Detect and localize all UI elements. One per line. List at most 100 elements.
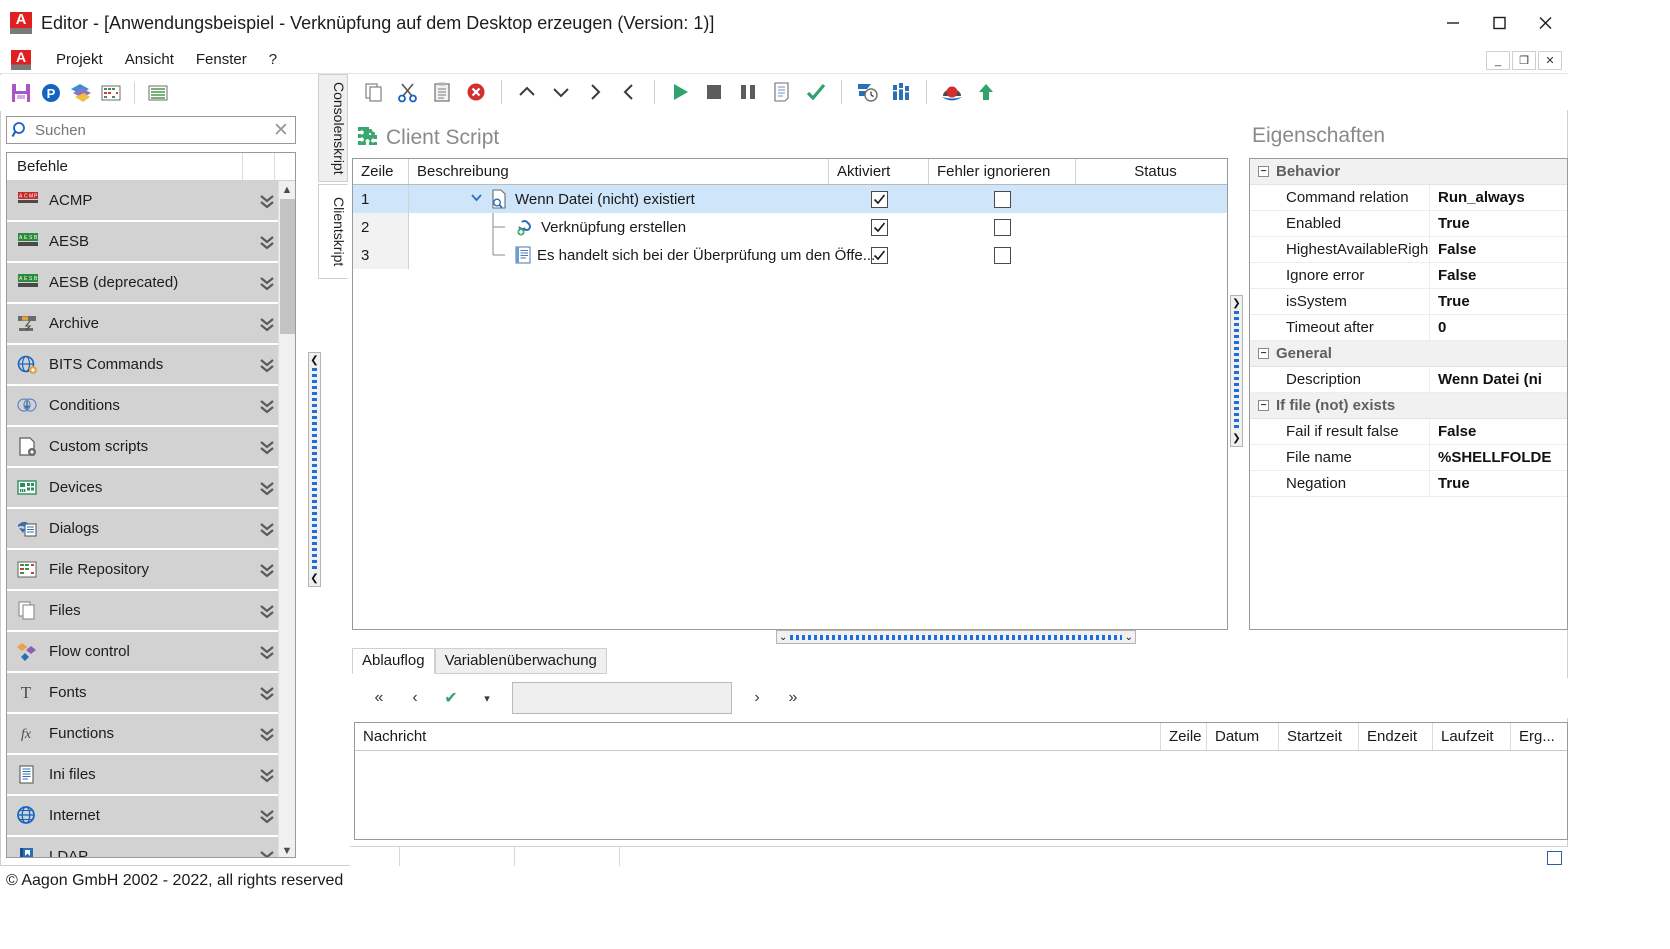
save-icon[interactable] <box>8 80 34 106</box>
check-icon[interactable] <box>800 77 832 107</box>
ignore-error-checkbox[interactable] <box>994 247 1011 264</box>
log-icon[interactable] <box>766 77 798 107</box>
copy-icon[interactable] <box>358 77 390 107</box>
pause-icon[interactable] <box>732 77 764 107</box>
collapse-group-icon[interactable]: − <box>1258 348 1269 359</box>
property-value[interactable]: True <box>1430 289 1567 314</box>
command-category-acmp[interactable]: ACMPACMP <box>7 181 285 220</box>
splitter-collapse-right-icon-2[interactable]: ❯ <box>1232 433 1240 444</box>
log-column-nachricht[interactable]: Nachricht <box>355 723 1161 750</box>
library-icon[interactable] <box>885 77 917 107</box>
ignore-error-checkbox[interactable] <box>994 219 1011 236</box>
cut-icon[interactable] <box>392 77 424 107</box>
property-value[interactable]: False <box>1430 237 1567 262</box>
log-filter-input[interactable] <box>512 682 732 714</box>
property-row[interactable]: isSystemTrue <box>1250 289 1567 315</box>
first-page-icon[interactable]: « <box>362 683 396 713</box>
property-value[interactable]: Wenn Datei (ni <box>1430 367 1567 392</box>
script-row[interactable]: 2Verknüpfung erstellen <box>353 213 1227 241</box>
command-category-devices[interactable]: Devices <box>7 468 285 507</box>
property-row[interactable]: File name%SHELLFOLDE <box>1250 445 1567 471</box>
splitter-expand-icon[interactable]: ⌄ <box>779 632 787 643</box>
commands-list[interactable]: ACMPACMPAESBAESBAESBAESB (deprecated)Arc… <box>7 181 295 858</box>
splitter-expand-icon-right[interactable]: ⌄ <box>1125 632 1133 643</box>
property-group-header[interactable]: −If file (not) exists <box>1250 393 1567 419</box>
property-value[interactable]: Run_always <box>1430 185 1567 210</box>
command-category-custom-scripts[interactable]: Custom scripts <box>7 427 285 466</box>
command-category-fonts[interactable]: TFonts <box>7 673 285 712</box>
menu-item-fenster[interactable]: Fenster <box>185 49 258 70</box>
column-header-beschreibung[interactable]: Beschreibung <box>409 159 829 184</box>
expand-collapse-icon[interactable] <box>467 191 485 207</box>
move-up-icon[interactable] <box>511 77 543 107</box>
layers-icon[interactable] <box>68 80 94 106</box>
previous-page-icon[interactable]: ‹ <box>398 683 432 713</box>
script-row[interactable]: 1Wenn Datei (nicht) existiert <box>353 185 1227 213</box>
search-input[interactable] <box>33 121 267 140</box>
property-value[interactable]: True <box>1430 211 1567 236</box>
scroll-down-icon[interactable]: ▼ <box>279 842 295 858</box>
collapse-group-icon[interactable]: − <box>1258 400 1269 411</box>
log-column-zeile[interactable]: Zeile <box>1161 723 1207 750</box>
log-column-endzeit[interactable]: Endzeit <box>1359 723 1433 750</box>
tab-ablauflog[interactable]: Ablauflog <box>352 648 435 674</box>
commands-scrollbar[interactable]: ▲ ▼ <box>278 181 295 858</box>
next-page-icon[interactable]: › <box>740 683 774 713</box>
vtab-clientskript[interactable]: Clientskript <box>318 184 348 279</box>
log-column-startzeit[interactable]: Startzeit <box>1279 723 1359 750</box>
column-header-aktiviert[interactable]: Aktiviert <box>829 159 929 184</box>
upload-icon[interactable] <box>970 77 1002 107</box>
collapse-group-icon[interactable]: − <box>1258 166 1269 177</box>
property-value[interactable]: False <box>1430 263 1567 288</box>
menu-item-ansicht[interactable]: Ansicht <box>114 49 185 70</box>
property-row[interactable]: NegationTrue <box>1250 471 1567 497</box>
tab-variablenueberwachung[interactable]: Variablenüberwachung <box>435 648 607 674</box>
indent-right-icon[interactable] <box>579 77 611 107</box>
property-value[interactable]: True <box>1430 471 1567 496</box>
search-box[interactable]: ✕ <box>6 116 296 144</box>
log-column-datum[interactable]: Datum <box>1207 723 1279 750</box>
stop-icon[interactable] <box>698 77 730 107</box>
schedule-icon[interactable] <box>851 77 883 107</box>
command-category-functions[interactable]: fxFunctions <box>7 714 285 753</box>
property-value[interactable]: False <box>1430 419 1567 444</box>
command-category-dialogs[interactable]: Dialogs <box>7 509 285 548</box>
property-value[interactable]: 0 <box>1430 315 1567 340</box>
left-panel-splitter[interactable]: ❮ ❮ <box>308 352 321 587</box>
filter-check-icon[interactable]: ✔ <box>434 683 468 713</box>
log-column-laufzeit[interactable]: Laufzeit <box>1433 723 1511 750</box>
command-category-bits-commands[interactable]: BITS Commands <box>7 345 285 384</box>
command-category-internet[interactable]: Internet <box>7 796 285 835</box>
close-button[interactable] <box>1522 0 1568 46</box>
filter-dropdown-icon[interactable]: ▾ <box>470 683 504 713</box>
scrollbar-thumb[interactable] <box>280 199 295 334</box>
property-row[interactable]: EnabledTrue <box>1250 211 1567 237</box>
script-bottom-splitter[interactable]: ⌄ ⌄ <box>776 630 1136 644</box>
command-category-files[interactable]: Files <box>7 591 285 630</box>
mdi-close-button[interactable]: ✕ <box>1538 51 1562 70</box>
minimize-button[interactable] <box>1430 0 1476 46</box>
package-icon[interactable]: P <box>38 80 64 106</box>
vtab-consolenskript[interactable]: Consolenskript <box>318 74 348 182</box>
paste-icon[interactable] <box>426 77 458 107</box>
splitter-collapse-up-icon[interactable]: ❮ <box>310 355 318 366</box>
enabled-checkbox[interactable] <box>871 191 888 208</box>
splitter-collapse-right-icon[interactable]: ❯ <box>1232 298 1240 309</box>
script-row[interactable]: 3Es handelt sich bei der Überprüfung um … <box>353 241 1227 269</box>
mdi-restore-button[interactable]: ❐ <box>1512 51 1536 70</box>
scroll-up-icon[interactable]: ▲ <box>279 181 295 198</box>
property-group-header[interactable]: −Behavior <box>1250 159 1567 185</box>
properties-splitter[interactable]: ❯ ❯ <box>1230 295 1243 447</box>
menu-item-help[interactable]: ? <box>258 49 288 70</box>
ignore-error-checkbox[interactable] <box>994 191 1011 208</box>
grid-icon[interactable] <box>145 80 171 106</box>
delete-icon[interactable] <box>460 77 492 107</box>
last-page-icon[interactable]: » <box>776 683 810 713</box>
repository-icon[interactable] <box>98 80 124 106</box>
column-header-fehler-ignorieren[interactable]: Fehler ignorieren <box>929 159 1076 184</box>
outdent-left-icon[interactable] <box>613 77 645 107</box>
command-category-ldap[interactable]: LDAP <box>7 837 285 858</box>
property-group-header[interactable]: −General <box>1250 341 1567 367</box>
property-value[interactable]: %SHELLFOLDE <box>1430 445 1567 470</box>
command-category-conditions[interactable]: Conditions <box>7 386 285 425</box>
